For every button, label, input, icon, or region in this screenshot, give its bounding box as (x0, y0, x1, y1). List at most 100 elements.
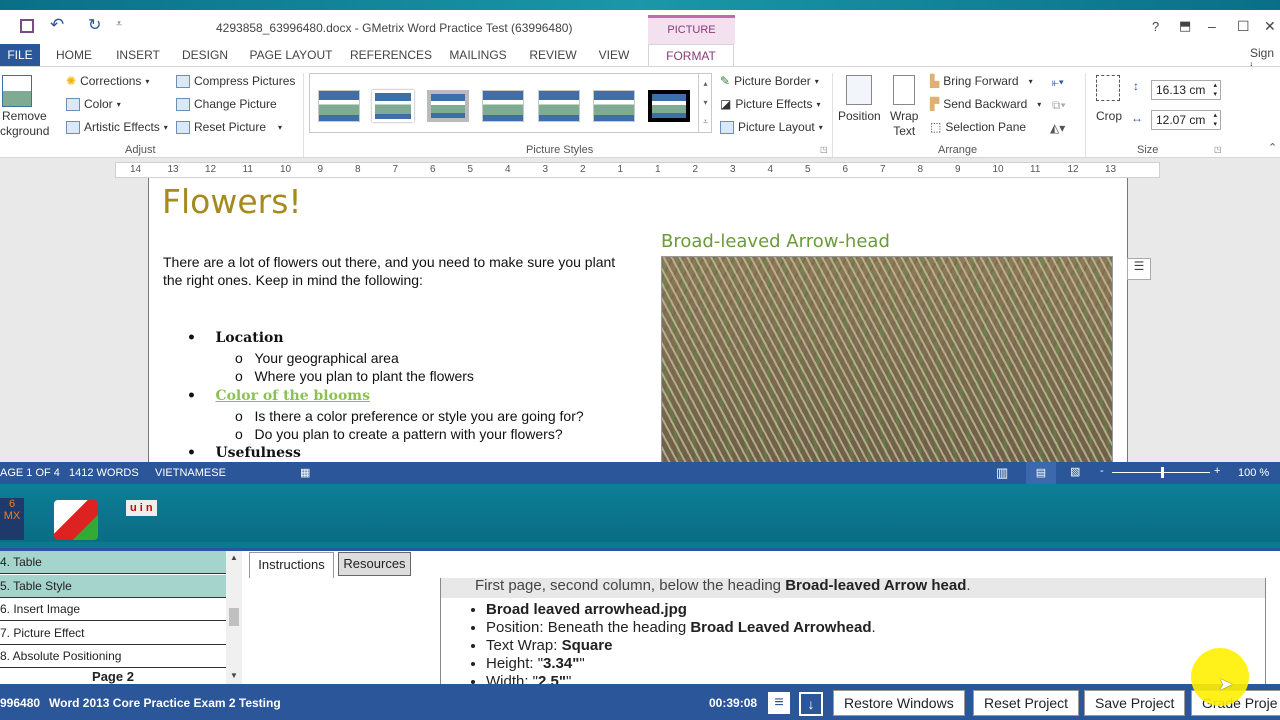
task-item[interactable]: 7. Picture Effect (0, 622, 226, 645)
task-list-scrollbar[interactable]: ▲ ▼ (226, 551, 242, 687)
selection-pane-label: Selection Pane (945, 120, 1027, 134)
undo-icon[interactable]: ↶ (50, 15, 64, 35)
compress-pictures-button[interactable]: Compress Pictures (176, 74, 295, 88)
zoom-in-button[interactable]: + (1214, 465, 1220, 477)
corrections-button[interactable]: ✺ Corrections ▾ (66, 74, 149, 88)
word-count[interactable]: 1412 WORDS (69, 467, 139, 479)
width-field[interactable]: 12.07 cm ▴ ▾ (1151, 110, 1221, 130)
task-item[interactable]: 5. Table Style (0, 574, 226, 598)
collapse-ribbon-icon[interactable]: ⌃ (1268, 141, 1277, 154)
tab-page-layout[interactable]: PAGE LAYOUT (246, 44, 336, 66)
ruler-tick: 2 (580, 164, 586, 175)
close-button[interactable]: ✕ (1264, 18, 1276, 35)
gmetrix-bottom-bar: 996480 Word 2013 Core Practice Exam 2 Te… (0, 684, 1280, 720)
bring-forward-icon: ▙ (930, 74, 940, 88)
web-layout-icon[interactable]: ▧ (1070, 465, 1080, 478)
tab-review[interactable]: REVIEW (526, 44, 580, 66)
help-icon[interactable]: ? (1152, 19, 1159, 34)
instructions-toggle-icon[interactable]: ≡ (768, 692, 790, 714)
save-icon[interactable] (20, 19, 34, 33)
selection-pane-button[interactable]: ⬚ Selection Pane (930, 120, 1026, 134)
ruler-tick: 13 (167, 164, 179, 175)
bullet-pre: Height: " (486, 655, 544, 672)
position-button[interactable]: Position (838, 109, 881, 123)
customize-qat-icon[interactable]: ⩡ (116, 18, 122, 31)
tab-instructions[interactable]: Instructions (249, 552, 334, 578)
move-panel-icon[interactable]: ↓ (799, 692, 823, 716)
picture-border-button[interactable]: ✎ Picture Border ▾ (720, 74, 819, 88)
picture-style-6[interactable] (593, 90, 635, 122)
task-item[interactable]: 8. Absolute Positioning (0, 645, 226, 668)
desktop-icon-unikey[interactable]: u i n (126, 500, 174, 538)
dialog-launcher-icon[interactable]: ◳ (820, 145, 828, 154)
tab-references[interactable]: REFERENCES (350, 44, 432, 66)
wrap-text-icon (893, 75, 915, 105)
ruler-tick: 9 (317, 164, 324, 175)
tab-mailings[interactable]: MAILINGS (444, 44, 512, 66)
picture-style-3[interactable] (427, 90, 469, 122)
minimize-button[interactable]: – (1208, 18, 1216, 34)
tab-view[interactable]: VIEW (594, 44, 634, 66)
heading-bold: Broad-leaved Arrow head (785, 578, 967, 594)
tab-file[interactable]: FILE (0, 44, 40, 66)
tab-resources[interactable]: Resources (338, 552, 411, 576)
rotate-icon[interactable]: ◭▾ (1050, 121, 1065, 135)
maximize-button[interactable]: ☐ (1237, 18, 1250, 35)
align-icon[interactable]: ⫦▾ (1052, 75, 1064, 90)
zoom-level[interactable]: 100 % (1238, 467, 1269, 479)
wrap-text-button[interactable]: Wrap Text (890, 109, 918, 139)
remove-background-button[interactable]: Remove ckground (0, 109, 49, 139)
image-heading: Broad-leaved Arrow-head (661, 231, 890, 252)
zoom-out-button[interactable]: - (1100, 465, 1104, 477)
desktop-icon-gmetrix[interactable]: 6 MX (0, 498, 24, 540)
picture-effects-button[interactable]: ◪ Picture Effects ▾ (720, 97, 821, 111)
tab-design[interactable]: DESIGN (178, 44, 232, 66)
document-page[interactable]: Flowers! There are a lot of flowers out … (148, 178, 1151, 466)
color-button[interactable]: Color ▾ (66, 97, 121, 111)
gallery-scroll[interactable]: ▴ ▾ ⩡ (698, 74, 712, 132)
picture-style-7[interactable] (648, 90, 690, 122)
language[interactable]: VIETNAMESE (155, 467, 226, 479)
mouse-cursor-icon: ➤ (1218, 674, 1234, 694)
desktop-icon-label: 6 MX (3, 498, 21, 522)
reset-picture-button[interactable]: Reset Picture ▾ (176, 120, 282, 134)
change-picture-button[interactable]: Change Picture (176, 97, 277, 111)
send-backward-button[interactable]: ▛ Send Backward ▾ (930, 97, 1041, 111)
group-icon[interactable]: ⧉▾ (1052, 98, 1066, 113)
layout-options-icon[interactable]: ☰ (1127, 258, 1151, 280)
bullet-bold: Broad Leaved Arrowhead (690, 619, 872, 636)
picture-style-5[interactable] (538, 90, 580, 122)
redo-icon[interactable]: ↻ (88, 15, 101, 35)
size-dialog-launcher-icon[interactable]: ◳ (1214, 145, 1222, 154)
page-count[interactable]: AGE 1 OF 4 (0, 467, 60, 479)
artistic-effects-button[interactable]: Artistic Effects ▾ (66, 120, 168, 134)
desktop-icon-foxit[interactable] (54, 500, 98, 540)
bring-forward-button[interactable]: ▙ Bring Forward ▾ (930, 74, 1033, 88)
horizontal-ruler[interactable]: 14 13 12 11 10 9 8 7 6 5 4 3 2 1 1 2 3 4 5 6 7 8 9 10 11 12 13 (115, 162, 1160, 178)
effects-icon: ◪ (720, 97, 732, 111)
reset-project-button[interactable]: Reset Project (973, 690, 1080, 716)
task-item[interactable]: 4. Table (0, 551, 226, 574)
corrections-label: Corrections (80, 74, 142, 88)
macro-icon[interactable]: ▦ (300, 466, 310, 479)
status-bar: AGE 1 OF 4 1412 WORDS VIETNAMESE ▦ ▥ ▤ ▧… (0, 462, 1280, 484)
print-layout-icon[interactable]: ▤ (1026, 462, 1056, 484)
broad-leaved-arrowhead-image[interactable] (661, 256, 1113, 466)
height-field[interactable]: 16.13 cm ▴ ▾ (1151, 80, 1221, 100)
tab-insert[interactable]: INSERT (112, 44, 164, 66)
list-item-color: • Color of the blooms (187, 388, 370, 404)
task-item[interactable]: 6. Insert Image (0, 598, 226, 621)
ribbon-display-options-icon[interactable]: ⬒ (1179, 18, 1191, 34)
restore-windows-button[interactable]: Restore Windows (833, 690, 965, 716)
picture-style-4[interactable] (482, 90, 524, 122)
save-project-button[interactable]: Save Project (1084, 690, 1186, 716)
picture-layout-button[interactable]: Picture Layout ▾ (720, 120, 823, 134)
zoom-slider-thumb[interactable] (1161, 467, 1164, 478)
tab-format[interactable]: FORMAT (648, 44, 734, 67)
crop-button[interactable]: Crop (1096, 109, 1122, 123)
ruler-tick: 6 (842, 164, 849, 175)
picture-style-2[interactable] (372, 90, 414, 122)
read-mode-icon[interactable]: ▥ (996, 465, 1008, 481)
tab-home[interactable]: HOME (50, 44, 98, 66)
picture-style-1[interactable] (318, 90, 360, 122)
